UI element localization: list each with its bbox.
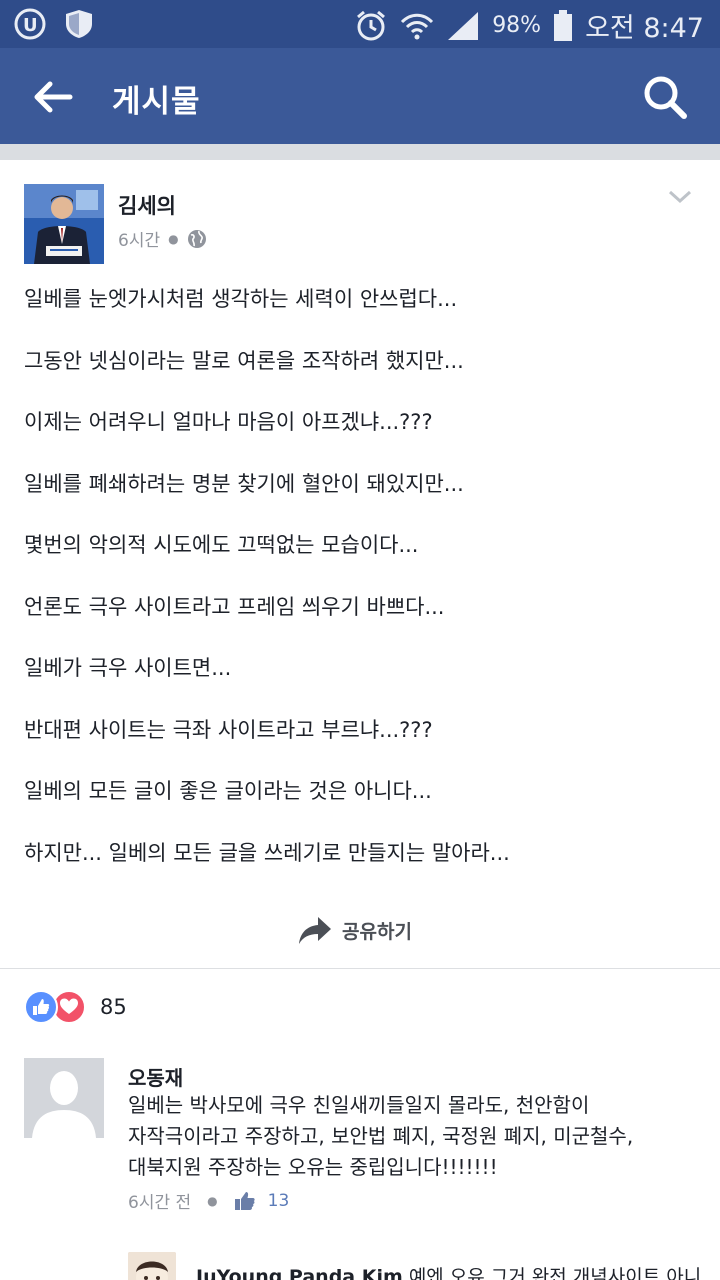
news-anchor-photo <box>24 184 104 264</box>
app-bar: 게시물 <box>0 48 720 144</box>
post-author[interactable]: 김세의 <box>118 190 176 220</box>
post-line: 일베의 모든 글이 좋은 글이라는 것은 아니다... <box>24 779 432 803</box>
post-text: 일베를 눈엣가시처럼 생각하는 세력이 안쓰럽다... 그동안 넷심이라는 말로… <box>24 284 704 899</box>
post-line: 일베를 폐쇄하려는 명분 찾기에 혈안이 돼있지만... <box>24 471 464 496</box>
reply-author[interactable]: JuYoung Panda Kim <box>196 1266 403 1280</box>
post-line: 이제는 어려우니 얼마나 마음이 아프겠냐...??? <box>24 410 433 434</box>
clock: 오전 8:47 <box>585 13 704 44</box>
comment-meta: 6시간 전 ● 13 <box>128 1188 290 1214</box>
signal-icon <box>448 11 479 40</box>
search-icon[interactable] <box>642 74 688 120</box>
share-label: 공유하기 <box>342 920 412 943</box>
post-time: 6시간 <box>118 231 161 251</box>
svg-text:U: U <box>23 15 38 36</box>
battery-icon <box>554 9 573 41</box>
post-line: 하지만... 일베의 모든 글을 쓰레기로 만들지는 말아라... <box>24 840 510 865</box>
page-title: 게시물 <box>112 84 201 120</box>
comment-like-count: 13 <box>267 1190 290 1211</box>
shield-icon <box>66 10 92 38</box>
comment-avatar[interactable] <box>24 1058 104 1138</box>
thumbs-up-icon[interactable] <box>234 1191 256 1211</box>
reaction-summary[interactable]: 85 <box>24 990 127 1024</box>
alarm-icon <box>357 10 386 40</box>
like-reaction-icon <box>24 990 58 1024</box>
status-left-icons: U <box>14 8 96 40</box>
chevron-down-icon[interactable] <box>666 184 694 208</box>
battery-percent: 98% <box>492 13 542 38</box>
reply-text: 예엔 오유 그거 완전 개념사이트 아니 <box>408 1266 702 1280</box>
reply-text-line: JuYoung Panda Kim 예엔 오유 그거 완전 개념사이트 아니 <box>196 1262 706 1280</box>
comment-line: 자작극이라고 주장하고, 보안법 폐지, 국정원 폐지, 미군철수, <box>128 1124 634 1148</box>
comment-text: 일베는 박사모에 극우 친일새끼들일지 몰라도, 천안함이 자작극이라고 주장하… <box>128 1090 698 1183</box>
share-arrow-icon <box>299 917 331 944</box>
default-profile-icon <box>24 1058 104 1138</box>
reply-profile-photo <box>128 1252 176 1280</box>
meta-separator: ● <box>207 1193 218 1208</box>
post-line: 일베가 극우 사이트면... <box>24 656 232 680</box>
reaction-count: 85 <box>100 995 127 1019</box>
post-line: 언론도 극우 사이트라고 프레임 씌우기 바쁘다... <box>24 594 445 619</box>
comment-time: 6시간 전 <box>128 1193 192 1213</box>
wifi-icon <box>401 13 434 39</box>
post-line: 몇번의 악의적 시도에도 끄떡없는 모습이다... <box>24 533 419 557</box>
post-line: 반대편 사이트는 극좌 사이트라고 부르냐...??? <box>24 717 433 742</box>
arrow-left-icon[interactable] <box>30 74 76 120</box>
post-line: 그동안 넷심이라는 말로 여론을 조작하려 했지만... <box>24 348 464 373</box>
divider <box>0 968 720 969</box>
globe-icon <box>187 229 206 248</box>
section-gap <box>0 144 720 160</box>
comment-line: 일베는 박사모에 극우 친일새끼들일지 몰라도, 천안함이 <box>128 1093 590 1117</box>
post-line: 일베를 눈엣가시처럼 생각하는 세력이 안쓰럽다... <box>24 287 458 311</box>
share-button[interactable]: 공유하기 <box>298 910 412 950</box>
status-bar: U 98% 오전 8:47 <box>0 0 720 48</box>
comment-author[interactable]: 오동재 <box>128 1062 183 1091</box>
u-app-icon: U <box>14 8 46 40</box>
status-right: 98% 오전 8:47 <box>354 6 704 45</box>
avatar[interactable] <box>24 184 104 264</box>
reply-avatar[interactable] <box>128 1252 176 1280</box>
post-meta: 6시간 ● <box>118 226 207 251</box>
comment-line: 대북지원 주장하는 오유는 중립입니다!!!!!!! <box>128 1155 498 1179</box>
meta-separator: ● <box>168 231 179 246</box>
